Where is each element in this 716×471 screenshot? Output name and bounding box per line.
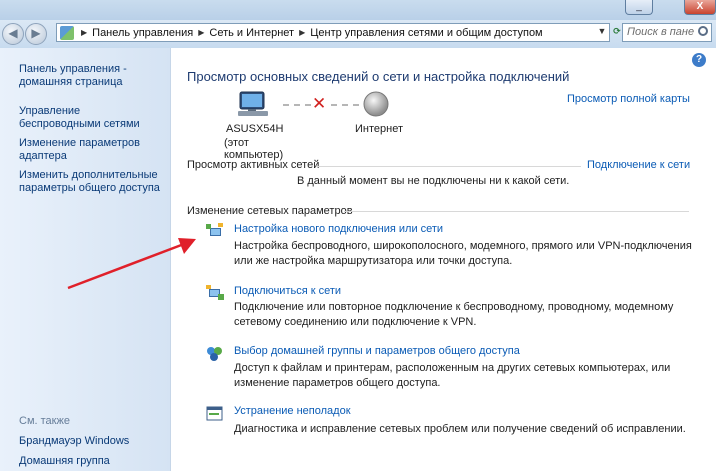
computer-name: ASUSX54H	[226, 123, 284, 135]
troubleshoot-description: Диагностика и исправление сетевых пробле…	[234, 423, 686, 435]
new-connection-description: Настройка беспроводного, широкополосного…	[234, 240, 692, 267]
computer-icon	[238, 91, 268, 116]
back-button[interactable]: ◀	[2, 23, 24, 45]
homegroup-sharing-link[interactable]: Выбор домашней группы и параметров общег…	[234, 345, 520, 357]
see-also-heading: См. также	[19, 415, 70, 427]
breadcrumb-separator[interactable]: ▶	[198, 28, 204, 37]
red-annotation-arrow	[67, 238, 196, 290]
back-icon: ◀	[8, 26, 18, 40]
sidebar-item-wireless-networks[interactable]: Управление беспроводными сетями	[19, 105, 164, 131]
connect-to-network-link[interactable]: Подключение к сети	[587, 159, 690, 171]
internet-globe-icon	[363, 91, 389, 117]
breadcrumb-control-panel[interactable]: Панель управления	[92, 27, 193, 39]
computer-subtitle: (этот компьютер)	[224, 137, 284, 161]
connection-line-left	[283, 104, 311, 106]
internet-label: Интернет	[355, 123, 403, 135]
breadcrumb-separator[interactable]: ▶	[299, 28, 305, 37]
search-icon	[698, 26, 708, 36]
change-settings-heading: Изменение сетевых параметров	[187, 205, 353, 217]
breadcrumb-network-internet[interactable]: Сеть и Интернет	[209, 27, 294, 39]
sidebar-item-control-panel-home[interactable]: Панель управления - домашняя страница	[19, 63, 164, 89]
window-title-bar	[0, 0, 716, 20]
close-button[interactable]: X	[684, 0, 716, 15]
forward-icon: ▶	[31, 26, 41, 40]
main-content: ? Просмотр основных сведений о сети и на…	[171, 48, 716, 471]
active-networks-heading: Просмотр активных сетей	[187, 159, 320, 171]
dropdown-arrow-icon[interactable]: ▼	[596, 24, 608, 39]
help-icon[interactable]: ?	[692, 53, 706, 67]
troubleshoot-link[interactable]: Устранение неполадок	[234, 405, 351, 417]
section-divider	[344, 211, 689, 212]
sidebar-item-homegroup[interactable]: Домашняя группа	[19, 455, 164, 468]
breadcrumb-separator[interactable]: ▶	[81, 28, 87, 37]
homegroup-sharing-description: Доступ к файлам и принтерам, расположенн…	[234, 362, 671, 389]
connect-network-link[interactable]: Подключиться к сети	[234, 285, 341, 297]
section-divider	[316, 166, 581, 167]
connect-network-description: Подключение или повторное подключение к …	[234, 301, 674, 328]
full-map-link[interactable]: Просмотр полной карты	[567, 93, 690, 105]
disconnected-x-icon: ✕	[312, 94, 327, 113]
troubleshoot-icon	[206, 406, 223, 421]
minimize-button[interactable]: _	[625, 0, 653, 15]
search-input[interactable]: Поиск в пане	[622, 23, 712, 42]
sidebar-item-firewall[interactable]: Брандмауэр Windows	[19, 435, 164, 448]
page-title: Просмотр основных сведений о сети и наст…	[187, 69, 570, 84]
address-tools: ▼ ⟳	[596, 24, 623, 39]
homegroup-icon	[207, 347, 222, 361]
new-connection-link[interactable]: Настройка нового подключения или сети	[234, 223, 443, 235]
forward-button[interactable]: ▶	[25, 23, 47, 45]
connection-line-right	[331, 104, 359, 106]
search-placeholder: Поиск в пане	[627, 26, 695, 38]
control-panel-icon	[60, 25, 74, 40]
sidebar-item-adapter-settings[interactable]: Изменение параметров адаптера	[19, 137, 164, 163]
sidebar-item-sharing-settings[interactable]: Изменить дополнительные параметры общего…	[19, 169, 164, 195]
address-toolbar: ◀ ▶ ▶ Панель управления ▶ Сеть и Интерне…	[0, 20, 716, 49]
no-connection-message: В данный момент вы не подключены ни к ка…	[297, 175, 570, 187]
breadcrumb-network-center[interactable]: Центр управления сетями и общим доступом	[310, 27, 542, 39]
address-bar[interactable]: ▶ Панель управления ▶ Сеть и Интернет ▶ …	[56, 23, 610, 42]
